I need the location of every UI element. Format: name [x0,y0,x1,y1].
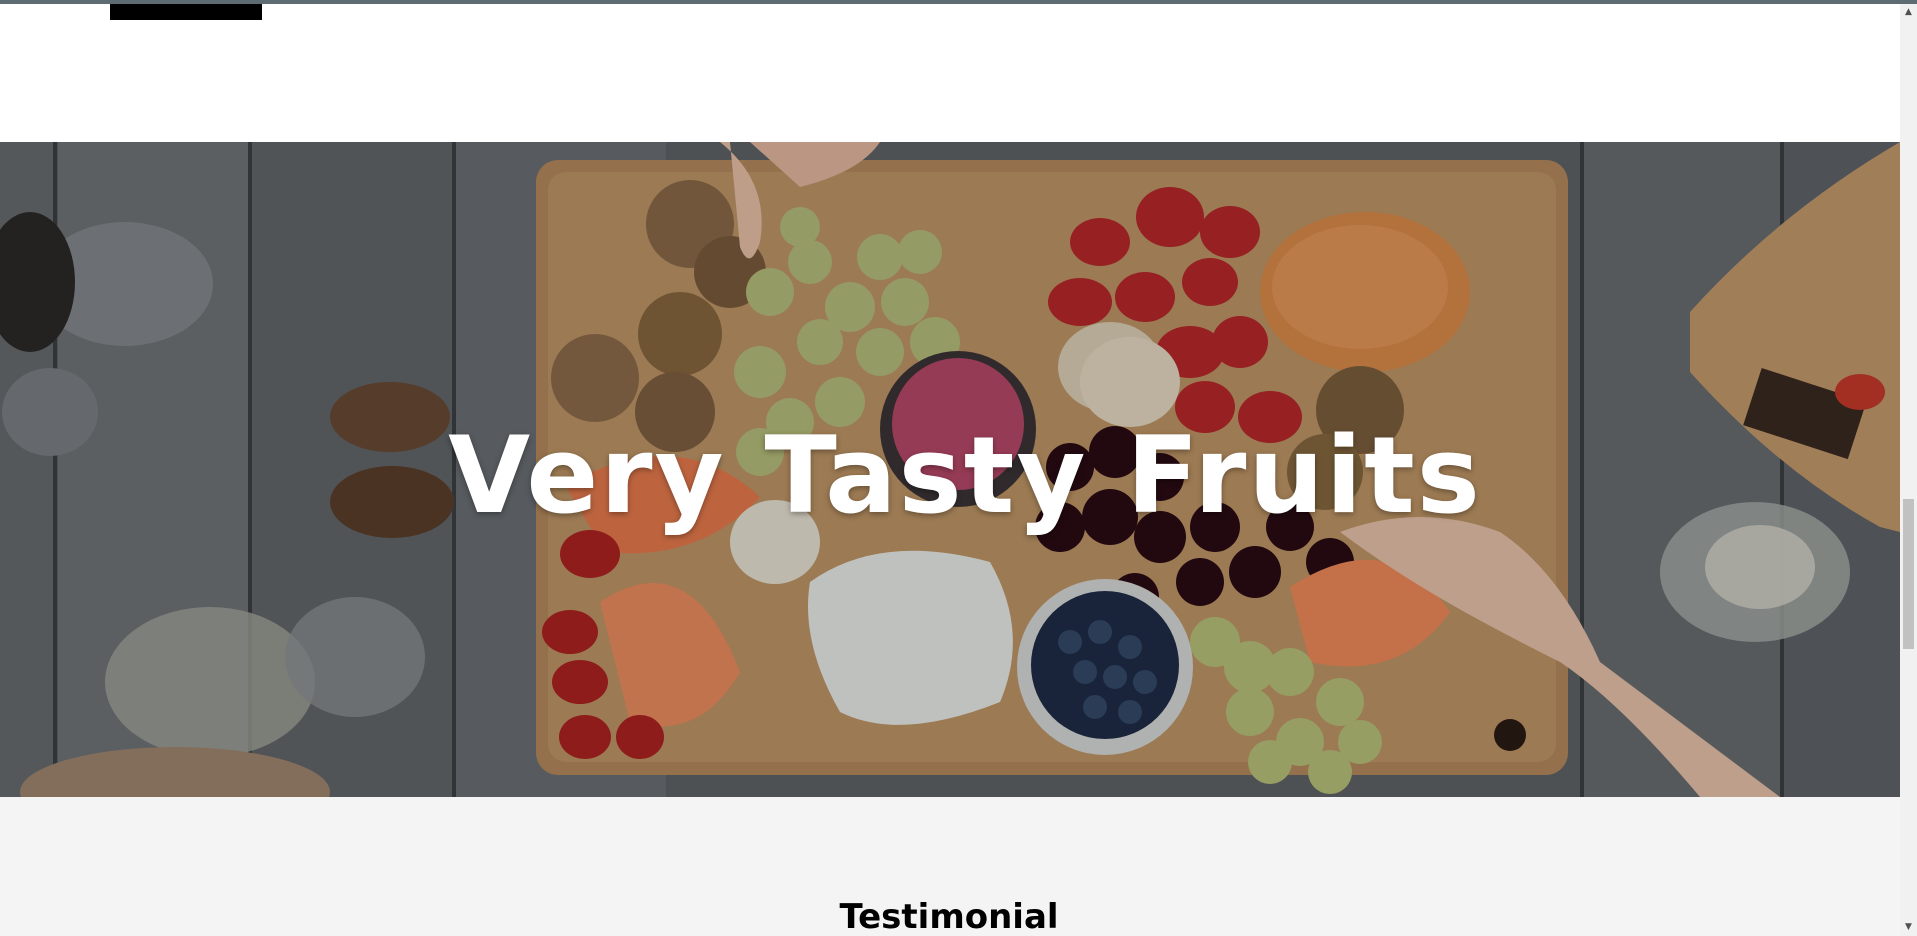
hero-title: Very Tasty Fruits [448,414,1482,537]
hero-banner: Very Tasty Fruits [0,142,1900,797]
page: Very Tasty Fruits Testimonial ▲ ▼ [0,0,1917,936]
testimonial-heading: Testimonial [839,897,1059,936]
nav-button[interactable] [110,4,262,20]
testimonial-section: Testimonial [0,797,1900,936]
scroll-up-icon[interactable]: ▲ [1900,4,1917,21]
scroll-down-icon[interactable]: ▼ [1900,919,1917,936]
header-section [0,4,1900,142]
scrollbar-thumb[interactable] [1903,499,1914,649]
page-scrollbar[interactable]: ▲ ▼ [1900,4,1917,936]
